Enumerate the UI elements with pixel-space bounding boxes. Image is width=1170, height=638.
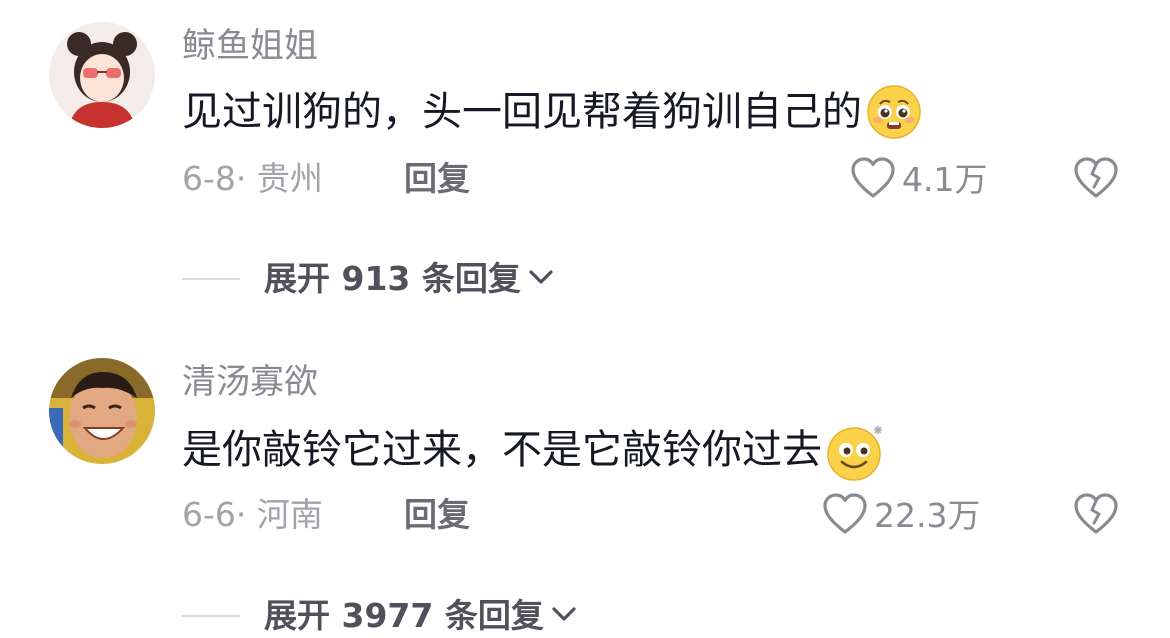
expand-replies-button[interactable]: 展开 913 条回复: [182, 257, 557, 301]
dislike-button[interactable]: [1072, 156, 1120, 200]
avatar[interactable]: [49, 22, 155, 128]
chevron-down-icon: [521, 261, 557, 297]
comment-location: · 贵州: [235, 159, 323, 198]
heart-outline-icon: [822, 492, 868, 540]
username[interactable]: 清汤寡欲: [182, 360, 318, 404]
username[interactable]: 鲸鱼姐姐: [182, 24, 318, 68]
dizzy-face-emoji: [826, 422, 882, 481]
comment-location: · 河南: [235, 495, 323, 534]
comment-date: 6-6: [182, 495, 236, 534]
like-button[interactable]: 4.1万: [850, 156, 987, 204]
avatar[interactable]: [49, 358, 155, 464]
expand-replies-label: 展开 3977 条回复: [264, 596, 544, 635]
heart-outline-icon: [850, 156, 896, 204]
comment-date: 6-8: [182, 159, 236, 198]
comment-text: 是你敲铃它过来，不是它敲铃你过去: [182, 422, 882, 481]
broken-heart-icon: [1072, 493, 1120, 540]
divider-line: [182, 278, 240, 280]
pleading-face-emoji: [866, 84, 922, 140]
expand-replies-label: 展开 913 条回复: [264, 259, 521, 298]
comment-meta: 6-8· 贵州: [182, 158, 323, 200]
comment-text: 见过训狗的，头一回见帮着狗训自己的: [182, 84, 922, 140]
like-count: 4.1万: [902, 160, 988, 199]
comment-text-content: 是你敲铃它过来，不是它敲铃你过去: [182, 427, 822, 473]
broken-heart-icon: [1072, 157, 1120, 204]
comment-text-content: 见过训狗的，头一回见帮着狗训自己的: [182, 89, 862, 135]
like-count: 22.3万: [874, 496, 981, 535]
reply-button[interactable]: 回复: [404, 494, 470, 536]
expand-replies-button[interactable]: 展开 3977 条回复: [182, 594, 580, 638]
comment-meta: 6-6· 河南: [182, 494, 323, 536]
divider-line: [182, 615, 240, 617]
dislike-button[interactable]: [1072, 492, 1120, 536]
like-button[interactable]: 22.3万: [822, 492, 980, 540]
reply-button[interactable]: 回复: [404, 158, 470, 200]
